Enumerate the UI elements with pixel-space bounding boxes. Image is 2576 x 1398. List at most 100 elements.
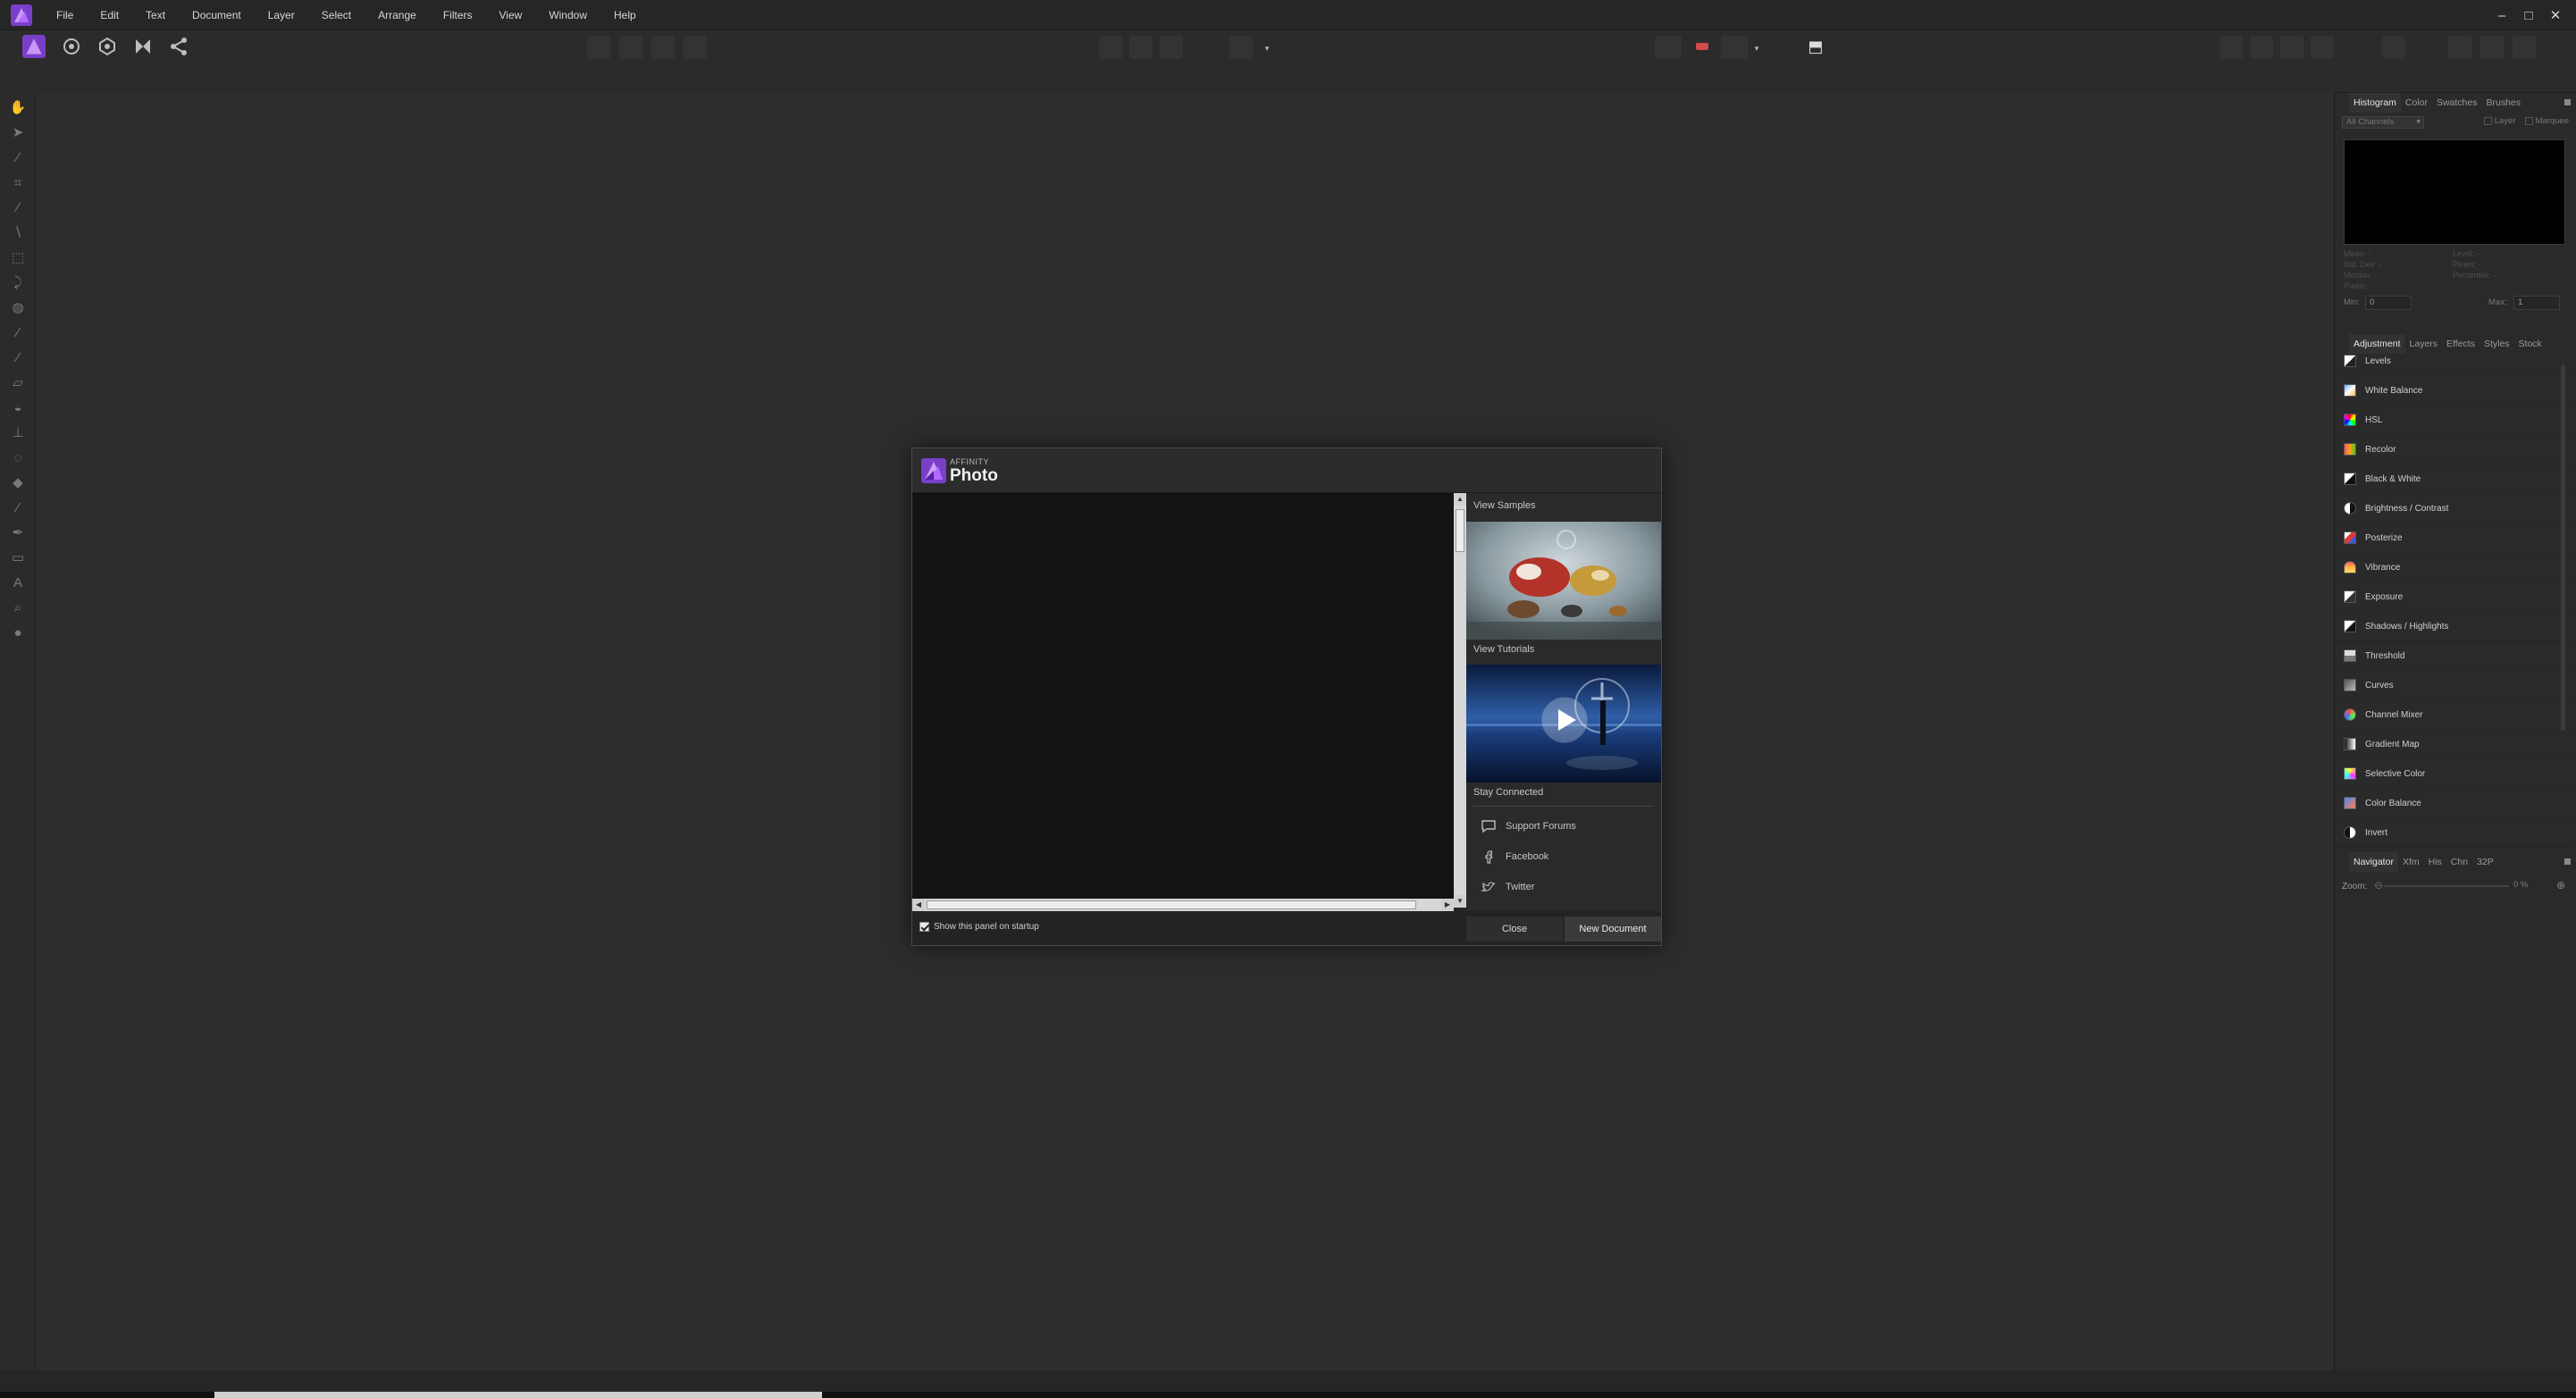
tab-navigator[interactable]: Navigator	[2349, 852, 2398, 872]
maximize-button[interactable]: □	[2515, 8, 2542, 23]
arrange-forward-icon[interactable]	[2280, 36, 2303, 59]
taskbar-active-item[interactable]	[214, 1392, 822, 1398]
zoom-out-icon[interactable]: ⊖	[2374, 879, 2383, 892]
color-picker-tool-icon[interactable]: ⁄	[8, 148, 28, 168]
tab-channels[interactable]: Chn	[2446, 852, 2472, 872]
menu-file[interactable]: File	[43, 0, 87, 30]
selection-brush-tool-icon[interactable]: ⁄	[8, 198, 28, 218]
chevron-down-snap-icon[interactable]: ▾	[1742, 34, 1771, 63]
text-tool-icon[interactable]: A	[8, 573, 28, 593]
channel-select[interactable]: All Channels ▾	[2342, 116, 2424, 129]
adjustment-gradient-map[interactable]: Gradient Map	[2335, 730, 2569, 759]
close-button[interactable]: Close	[1466, 917, 1563, 942]
clone-brush-tool-icon[interactable]: ⊥	[8, 423, 28, 443]
adjustment-color-balance[interactable]: Color Balance	[2335, 789, 2569, 818]
marquee-checkbox[interactable]: Marquee	[2524, 116, 2569, 126]
menu-filters[interactable]: Filters	[430, 0, 486, 30]
zoom-in-icon[interactable]: ⊕	[2556, 879, 2565, 892]
tab-transform[interactable]: Xfm	[2398, 852, 2424, 872]
scroll-thumb-horizontal[interactable]	[927, 900, 1416, 909]
menu-edit[interactable]: Edit	[87, 0, 132, 30]
chevron-down-icon[interactable]: ▾	[1253, 34, 1281, 63]
layer-checkbox[interactable]: Layer	[2483, 116, 2516, 126]
close-window-button[interactable]: ✕	[2542, 7, 2569, 23]
view-samples-label[interactable]: View Samples	[1473, 500, 1536, 511]
move-tool-icon[interactable]: ➤	[8, 123, 28, 143]
menu-view[interactable]: View	[486, 0, 536, 30]
menu-help[interactable]: Help	[600, 0, 650, 30]
adjustment-posterize[interactable]: Posterize	[2335, 523, 2569, 553]
adjustment-recolor[interactable]: Recolor	[2335, 435, 2569, 465]
scroll-right-icon[interactable]: ▶	[1441, 899, 1454, 911]
auto-white-balance-icon[interactable]	[684, 36, 707, 59]
pixel-tool-icon[interactable]: ⁄	[8, 348, 28, 368]
dialog-vertical-scrollbar[interactable]: ▲ ▼	[1454, 493, 1466, 908]
min-input[interactable]: 0	[2365, 296, 2412, 310]
panel-menu-icon[interactable]	[2564, 858, 2571, 865]
selection-mode-2-icon[interactable]	[1129, 36, 1153, 59]
liquify-persona-icon[interactable]	[57, 32, 86, 61]
menu-window[interactable]: Window	[535, 0, 600, 30]
new-document-button[interactable]: New Document	[1565, 917, 1661, 942]
adjustment-shadows-highlights[interactable]: Shadows / Highlights	[2335, 612, 2569, 641]
samples-thumbnail[interactable]	[1466, 522, 1661, 640]
adjustment-vibrance[interactable]: Vibrance	[2335, 553, 2569, 582]
tab-brushes[interactable]: Brushes	[2481, 93, 2525, 113]
freehand-select-tool-icon[interactable]: ⤸	[8, 273, 28, 293]
adjustment-invert[interactable]: Invert	[2335, 818, 2569, 848]
minimize-button[interactable]: –	[2488, 8, 2515, 23]
boolean-intersect-icon[interactable]	[2513, 36, 2536, 59]
crop-tool-icon[interactable]: ⌗	[8, 173, 28, 193]
boolean-add-icon[interactable]	[2448, 36, 2471, 59]
auto-colors-icon[interactable]	[651, 36, 675, 59]
support-forums-link[interactable]: Support Forums	[1481, 817, 1576, 835]
adjustment-curves[interactable]: Curves	[2335, 671, 2569, 700]
zoom-tool-icon[interactable]: ⌕	[8, 599, 28, 618]
tab-swatches[interactable]: Swatches	[2432, 93, 2482, 113]
dialog-horizontal-scrollbar[interactable]: ◀ ▶	[912, 899, 1454, 911]
show-on-startup-checkbox[interactable]: Show this panel on startup	[919, 922, 1039, 932]
inpainting-tool-icon[interactable]: ⁄	[8, 498, 28, 518]
max-input[interactable]: 1	[2513, 296, 2560, 310]
red-eye-tool-icon[interactable]: ◌	[8, 448, 28, 468]
tutorials-thumbnail[interactable]	[1466, 665, 1661, 783]
align-icon[interactable]	[2382, 36, 2405, 59]
tab-history[interactable]: His	[2424, 852, 2446, 872]
selection-mode-3-icon[interactable]	[1160, 36, 1183, 59]
adjustment-brightness-contrast[interactable]: Brightness / Contrast	[2335, 494, 2569, 523]
menu-layer[interactable]: Layer	[255, 0, 308, 30]
facebook-link[interactable]: Facebook	[1481, 848, 1548, 866]
arrange-back-icon[interactable]	[2219, 36, 2243, 59]
scroll-down-icon[interactable]: ▼	[1454, 895, 1466, 908]
color-swatch-icon[interactable]: ●	[8, 624, 28, 643]
rectangle-tool-icon[interactable]: ▭	[8, 548, 28, 568]
pen-tool-icon[interactable]: ✒	[8, 523, 28, 543]
quick-mask-icon[interactable]	[1229, 36, 1253, 59]
develop-persona-icon[interactable]	[93, 32, 122, 61]
zoom-slider[interactable]	[2384, 885, 2509, 887]
adjustment-white-balance[interactable]: White Balance	[2335, 376, 2569, 406]
adjustment-black-white[interactable]: Black & White	[2335, 465, 2569, 494]
tab-32p[interactable]: 32P	[2472, 852, 2498, 872]
adjustment-scrollbar[interactable]	[2561, 364, 2565, 731]
blemish-removal-tool-icon[interactable]: ◆	[8, 473, 28, 493]
boolean-subtract-icon[interactable]	[2480, 36, 2504, 59]
adjustment-selective-color[interactable]: Selective Color	[2335, 759, 2569, 789]
dodge-brush-tool-icon[interactable]: ◒	[8, 398, 28, 418]
menu-document[interactable]: Document	[179, 0, 255, 30]
auto-contrast-icon[interactable]	[619, 36, 642, 59]
panel-menu-icon[interactable]	[2564, 99, 2571, 105]
tab-histogram[interactable]: Histogram	[2349, 93, 2401, 113]
checkbox-checked-icon[interactable]	[919, 922, 929, 932]
auto-levels-icon[interactable]	[587, 36, 610, 59]
flood-fill-tool-icon[interactable]: ◍	[8, 298, 28, 318]
scroll-up-icon[interactable]: ▲	[1454, 493, 1466, 506]
export-persona-icon[interactable]	[164, 32, 193, 61]
assistant-icon[interactable]: ⬒	[1801, 32, 1830, 61]
adjustment-channel-mixer[interactable]: Channel Mixer	[2335, 700, 2569, 730]
view-tool-icon[interactable]: ✋	[8, 98, 28, 118]
scroll-thumb[interactable]	[1456, 509, 1464, 552]
adjustment-threshold[interactable]: Threshold	[2335, 641, 2569, 671]
tab-color[interactable]: Color	[2401, 93, 2432, 113]
flood-select-tool-icon[interactable]: ∖	[8, 223, 28, 243]
